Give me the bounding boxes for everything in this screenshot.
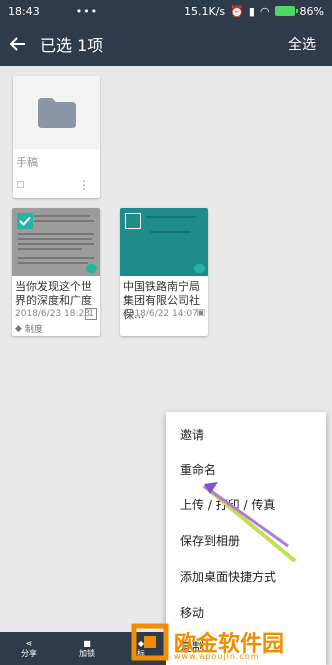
battery-icon: [274, 6, 298, 16]
doc-date-1: 2018/6/23 18:23: [15, 309, 90, 319]
signal-icon: ▮: [248, 4, 255, 18]
folder-card[interactable]: 手稿 ▢ ⋮: [13, 76, 100, 198]
selection-title: 已选 1项: [40, 36, 104, 55]
page-count: 1: [85, 308, 97, 320]
menu-item-add-shortcut[interactable]: 添加桌面快捷方式: [180, 568, 276, 585]
more-vert-icon[interactable]: ⋮: [78, 178, 90, 192]
document-card-2[interactable]: 中国铁路南宁局集团有限公司社保... 2018/6/22 14:07 ▣: [120, 208, 208, 336]
doc-tag-1: 制度: [24, 325, 43, 335]
folder-icon: [37, 97, 76, 128]
watermark: 欧金软件园 www.apoujin.com: [130, 618, 332, 665]
alarm-icon: ⏰: [230, 4, 244, 18]
tag-icon: ◆: [15, 323, 22, 334]
doc-tag-row: ◆ 制度: [15, 322, 43, 336]
lock-button[interactable]: ■ 加锁: [79, 639, 95, 659]
status-bar: 18:43 ••• 15.1K/s ⏰ ▮ ◠ 86%: [0, 0, 332, 22]
network-speed: 15.1K/s: [184, 4, 226, 18]
cloud-synced-icon: [86, 264, 97, 273]
image-icon: ▣: [196, 308, 205, 318]
select-all-button[interactable]: 全选: [288, 34, 316, 54]
watermark-url: www.apoujin.com: [174, 652, 260, 661]
status-time: 18:43: [8, 4, 40, 18]
menu-item-invite[interactable]: 邀请: [180, 426, 204, 443]
back-arrow-icon[interactable]: [0, 22, 36, 66]
doc-title-1: 当你发现这个世界的深度和广度: [15, 280, 92, 307]
share-icon: ⋖: [25, 638, 33, 648]
document-card-1[interactable]: 当你发现这个世界的深度和广度 2018/6/23 18:23 1 ◆ 制度: [12, 208, 100, 336]
unselected-checkbox[interactable]: [125, 213, 141, 229]
watermark-logo: [131, 623, 169, 660]
battery-level: 86%: [299, 4, 324, 18]
folder-name: 手稿: [16, 156, 38, 169]
share-label: 分享: [21, 648, 37, 658]
folder-badge-icon: ▢: [16, 180, 25, 190]
pointer-arrow-icon: [202, 482, 297, 563]
notification-dots: •••: [75, 4, 99, 18]
lock-icon: ■: [83, 638, 91, 648]
share-button[interactable]: ⋖ 分享: [21, 639, 37, 659]
app-bar: 已选 1项 全选: [0, 22, 332, 66]
doc-date-2: 2018/6/22 14:07: [123, 309, 198, 319]
lock-label: 加锁: [79, 648, 95, 658]
selected-checkbox[interactable]: [17, 213, 33, 229]
cloud-synced-icon: [194, 264, 205, 273]
check-icon: [19, 216, 31, 226]
folder-thumb: [13, 76, 100, 149]
wifi-icon: ◠: [259, 4, 270, 18]
